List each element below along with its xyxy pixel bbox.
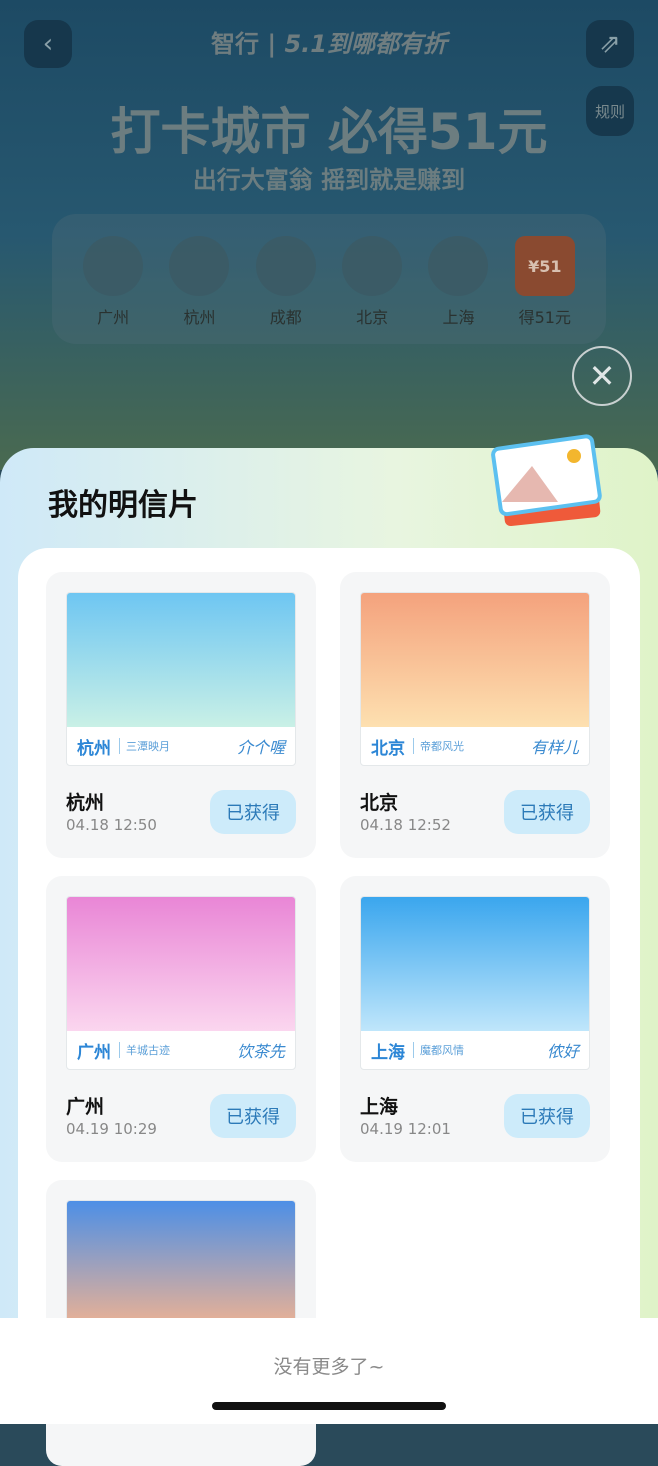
home-indicator xyxy=(212,1402,446,1410)
panda-icon xyxy=(255,236,316,296)
campaign-title: 5.1到哪都有折 xyxy=(284,30,447,58)
postcard-caption: 杭州 三潭映月 介个喔 xyxy=(67,727,295,765)
postcard-signature: 饮茶先 xyxy=(236,1042,285,1061)
city-label: 成都 xyxy=(269,308,302,327)
postcard-signature: 介个喔 xyxy=(236,738,285,757)
postcard-signature: 有样儿 xyxy=(530,738,579,757)
city-label: 得51元 xyxy=(518,308,571,327)
city-label: 上海 xyxy=(442,308,475,327)
pictures-icon xyxy=(491,434,602,527)
postcard-city: 广州 xyxy=(77,1042,111,1063)
headline: 打卡城市 必得51元 xyxy=(110,103,548,161)
subtitle: 出行大富翁 摇到就是赚到 xyxy=(192,166,466,194)
pagoda-icon xyxy=(169,236,230,296)
card-city-name: 上海 xyxy=(360,1096,399,1118)
card-city-name: 北京 xyxy=(360,792,399,814)
city-item[interactable]: 广州 xyxy=(83,236,144,344)
postcard-motto: 羊城古迹 xyxy=(119,1042,170,1058)
postcard-illustration xyxy=(361,897,589,1031)
card-timestamp: 04.18 12:50 xyxy=(66,816,157,834)
postcard-motto: 帝都风光 xyxy=(413,738,464,754)
postcard-illustration xyxy=(67,1201,295,1335)
canton-tower-icon xyxy=(83,236,144,296)
postcard-illustration xyxy=(67,897,295,1031)
obtained-button[interactable]: 已获得 xyxy=(504,790,590,834)
postcard-city: 北京 xyxy=(371,738,405,759)
obtained-button[interactable]: 已获得 xyxy=(210,1094,296,1138)
postcard-motto: 三潭映月 xyxy=(119,738,170,754)
card-city-name: 广州 xyxy=(66,1096,105,1118)
brand-header: 智行 | 5.1到哪都有折 xyxy=(211,30,447,58)
postcard-image: 杭州 三潭映月 介个喔 xyxy=(66,592,296,766)
postcard-illustration xyxy=(361,593,589,727)
city-label: 广州 xyxy=(97,308,130,327)
city-item[interactable]: ¥51 得51元 xyxy=(514,236,575,344)
city-item[interactable]: 上海 xyxy=(428,236,489,344)
close-icon: ✕ xyxy=(588,357,616,395)
brand-name: 智行 xyxy=(211,30,259,58)
postcard-caption: 上海 魔都风情 侬好 xyxy=(361,1031,589,1069)
postcard-card[interactable]: 北京 帝都风光 有样儿 北京 04.18 12:52 已获得 xyxy=(340,572,610,858)
city-item[interactable]: 北京 xyxy=(342,236,403,344)
postcard-card[interactable]: 杭州 三潭映月 介个喔 杭州 04.18 12:50 已获得 xyxy=(46,572,316,858)
pearl-tower-icon xyxy=(428,236,489,296)
postcard-city: 杭州 xyxy=(77,738,111,759)
rules-button[interactable]: 规则 xyxy=(586,86,634,136)
card-timestamp: 04.18 12:52 xyxy=(360,816,451,834)
obtained-button[interactable]: 已获得 xyxy=(210,790,296,834)
postcard-image: 上海 魔都风情 侬好 xyxy=(360,896,590,1070)
postcard-city: 上海 xyxy=(371,1042,405,1063)
city-item[interactable]: 杭州 xyxy=(169,236,230,344)
postcard-caption: 北京 帝都风光 有样儿 xyxy=(361,727,589,765)
postcard-illustration xyxy=(67,593,295,727)
postcard-card[interactable]: 广州 羊城古迹 饮茶先 广州 04.19 10:29 已获得 xyxy=(46,876,316,1162)
card-timestamp: 04.19 10:29 xyxy=(66,1120,157,1138)
red-envelope-icon: ¥51 xyxy=(514,236,575,296)
card-timestamp: 04.19 12:01 xyxy=(360,1120,451,1138)
obtained-button[interactable]: 已获得 xyxy=(504,1094,590,1138)
close-button[interactable]: ✕ xyxy=(572,346,632,406)
city-label: 杭州 xyxy=(183,308,216,327)
card-city-name: 杭州 xyxy=(66,792,105,814)
postcard-caption: 广州 羊城古迹 饮茶先 xyxy=(67,1031,295,1069)
postcard-image: 北京 帝都风光 有样儿 xyxy=(360,592,590,766)
no-more-text: 没有更多了~ xyxy=(273,1356,385,1378)
sheet-title: 我的明信片 xyxy=(48,488,198,523)
city-label: 北京 xyxy=(356,308,389,327)
postcard-image: 广州 羊城古迹 饮茶先 xyxy=(66,896,296,1070)
city-item[interactable]: 成都 xyxy=(255,236,316,344)
city-list: 广州 杭州 成都 北京 上海 ¥51 得51元 xyxy=(52,214,606,344)
postcard-card[interactable]: 上海 魔都风情 侬好 上海 04.19 12:01 已获得 xyxy=(340,876,610,1162)
postcard-signature: 侬好 xyxy=(546,1042,579,1061)
temple-of-heaven-icon xyxy=(342,236,403,296)
postcard-motto: 魔都风情 xyxy=(413,1042,464,1058)
